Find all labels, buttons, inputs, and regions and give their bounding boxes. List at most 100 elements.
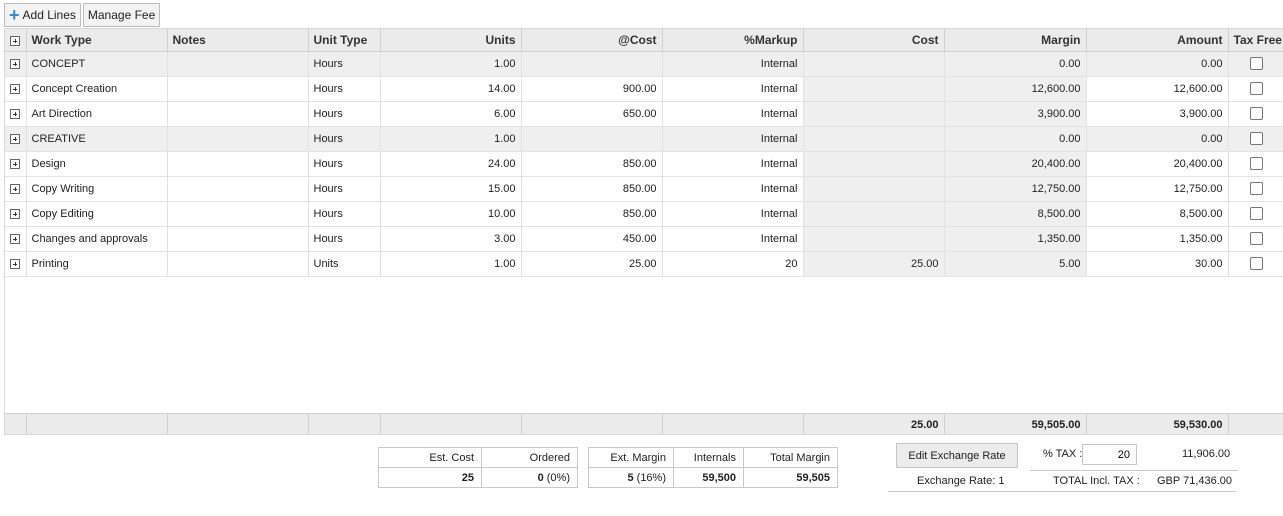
- margin-cell[interactable]: 1,350.00: [944, 226, 1087, 252]
- edit-exchange-rate-button[interactable]: Edit Exchange Rate: [896, 443, 1018, 468]
- expand-cell[interactable]: [5, 101, 27, 127]
- notes-cell[interactable]: [167, 151, 309, 177]
- tax-free-cell[interactable]: [1228, 176, 1283, 202]
- col-tax-free[interactable]: Tax Free: [1228, 29, 1283, 52]
- margin-cell[interactable]: 5.00: [944, 251, 1087, 277]
- cost-cell[interactable]: [803, 76, 945, 102]
- margin-cell[interactable]: 12,750.00: [944, 176, 1087, 202]
- expand-row-icon[interactable]: [10, 258, 21, 269]
- work-type-cell[interactable]: CREATIVE: [26, 126, 168, 152]
- tax-free-cell[interactable]: [1228, 201, 1283, 227]
- margin-cell[interactable]: 0.00: [944, 51, 1087, 77]
- units-cell[interactable]: 10.00: [380, 201, 522, 227]
- expand-cell[interactable]: [5, 126, 27, 152]
- table-row[interactable]: Printing Units 1.00 25.00 20 25.00 5.00 30.00: [5, 251, 1283, 277]
- tax-free-checkbox[interactable]: [1249, 57, 1263, 70]
- tax-free-cell[interactable]: [1228, 126, 1283, 152]
- expand-cell[interactable]: [5, 76, 27, 102]
- table-row[interactable]: CREATIVE Hours 1.00 Internal 0.00 0.00: [5, 126, 1283, 152]
- tax-free-checkbox[interactable]: [1249, 257, 1263, 270]
- expand-row-icon[interactable]: [10, 233, 21, 244]
- notes-cell[interactable]: [167, 226, 309, 252]
- units-cell[interactable]: 1.00: [380, 51, 522, 77]
- amount-cell[interactable]: 0.00: [1086, 126, 1229, 152]
- unit-type-cell[interactable]: Hours: [308, 51, 381, 77]
- expand-row-icon[interactable]: [10, 108, 21, 119]
- cost-cell[interactable]: 25.00: [803, 251, 945, 277]
- col-work-type[interactable]: Work Type: [26, 29, 168, 52]
- tax-free-checkbox[interactable]: [1249, 82, 1263, 95]
- tax-free-cell[interactable]: [1228, 101, 1283, 127]
- amount-cell[interactable]: 1,350.00: [1086, 226, 1229, 252]
- cost-cell[interactable]: [803, 226, 945, 252]
- amount-cell[interactable]: 20,400.00: [1086, 151, 1229, 177]
- units-cell[interactable]: 3.00: [380, 226, 522, 252]
- cost-cell[interactable]: [803, 151, 945, 177]
- col-cost[interactable]: Cost: [803, 29, 945, 52]
- tax-free-checkbox[interactable]: [1249, 107, 1263, 120]
- table-row[interactable]: Changes and approvals Hours 3.00 450.00 Inte…: [5, 226, 1283, 252]
- expand-all-cell[interactable]: [5, 29, 27, 52]
- amount-cell[interactable]: 12,750.00: [1086, 176, 1229, 202]
- markup-cell[interactable]: Internal: [662, 101, 804, 127]
- unit-type-cell[interactable]: Hours: [308, 201, 381, 227]
- cost-cell[interactable]: [803, 51, 945, 77]
- work-type-cell[interactable]: Copy Writing: [26, 176, 168, 202]
- at-cost-cell[interactable]: 25.00: [521, 251, 663, 277]
- at-cost-cell[interactable]: 650.00: [521, 101, 663, 127]
- margin-cell[interactable]: 20,400.00: [944, 151, 1087, 177]
- tax-free-checkbox[interactable]: [1249, 132, 1263, 145]
- table-row[interactable]: Copy Editing Hours 10.00 850.00 Internal 8,50…: [5, 201, 1283, 227]
- work-type-cell[interactable]: Printing: [26, 251, 168, 277]
- col-unit-type[interactable]: Unit Type: [308, 29, 381, 52]
- table-row[interactable]: Design Hours 24.00 850.00 Internal 20,400.00 2…: [5, 151, 1283, 177]
- notes-cell[interactable]: [167, 76, 309, 102]
- at-cost-cell[interactable]: 850.00: [521, 176, 663, 202]
- margin-cell[interactable]: 8,500.00: [944, 201, 1087, 227]
- markup-cell[interactable]: Internal: [662, 176, 804, 202]
- markup-cell[interactable]: Internal: [662, 201, 804, 227]
- col-markup[interactable]: %Markup: [662, 29, 804, 52]
- tax-free-cell[interactable]: [1228, 76, 1283, 102]
- unit-type-cell[interactable]: Hours: [308, 226, 381, 252]
- expand-cell[interactable]: [5, 176, 27, 202]
- work-type-cell[interactable]: Concept Creation: [26, 76, 168, 102]
- notes-cell[interactable]: [167, 251, 309, 277]
- unit-type-cell[interactable]: Hours: [308, 176, 381, 202]
- markup-cell[interactable]: 20: [662, 251, 804, 277]
- notes-cell[interactable]: [167, 51, 309, 77]
- markup-cell[interactable]: Internal: [662, 126, 804, 152]
- tax-free-cell[interactable]: [1228, 251, 1283, 277]
- expand-cell[interactable]: [5, 201, 27, 227]
- expand-row-icon[interactable]: [10, 183, 21, 194]
- at-cost-cell[interactable]: 850.00: [521, 151, 663, 177]
- table-row[interactable]: Concept Creation Hours 14.00 900.00 Internal…: [5, 76, 1283, 102]
- amount-cell[interactable]: 8,500.00: [1086, 201, 1229, 227]
- table-row[interactable]: Art Direction Hours 6.00 650.00 Internal 3,90…: [5, 101, 1283, 127]
- col-notes[interactable]: Notes: [167, 29, 309, 52]
- expand-cell[interactable]: [5, 226, 27, 252]
- tax-free-cell[interactable]: [1228, 151, 1283, 177]
- unit-type-cell[interactable]: Hours: [308, 76, 381, 102]
- table-row[interactable]: CONCEPT Hours 1.00 Internal 0.00 0.00: [5, 51, 1283, 77]
- col-margin[interactable]: Margin: [944, 29, 1087, 52]
- amount-cell[interactable]: 0.00: [1086, 51, 1229, 77]
- cost-cell[interactable]: [803, 201, 945, 227]
- amount-cell[interactable]: 12,600.00: [1086, 76, 1229, 102]
- cost-cell[interactable]: [803, 101, 945, 127]
- markup-cell[interactable]: Internal: [662, 51, 804, 77]
- at-cost-cell[interactable]: 850.00: [521, 201, 663, 227]
- table-row[interactable]: Copy Writing Hours 15.00 850.00 Internal 12,7…: [5, 176, 1283, 202]
- units-cell[interactable]: 6.00: [380, 101, 522, 127]
- units-cell[interactable]: 24.00: [380, 151, 522, 177]
- work-type-cell[interactable]: Changes and approvals: [26, 226, 168, 252]
- unit-type-cell[interactable]: Hours: [308, 101, 381, 127]
- unit-type-cell[interactable]: Hours: [308, 151, 381, 177]
- margin-cell[interactable]: 3,900.00: [944, 101, 1087, 127]
- expand-cell[interactable]: [5, 151, 27, 177]
- col-amount[interactable]: Amount: [1086, 29, 1229, 52]
- expand-row-icon[interactable]: [10, 208, 21, 219]
- units-cell[interactable]: 14.00: [380, 76, 522, 102]
- at-cost-cell[interactable]: 450.00: [521, 226, 663, 252]
- tax-free-cell[interactable]: [1228, 51, 1283, 77]
